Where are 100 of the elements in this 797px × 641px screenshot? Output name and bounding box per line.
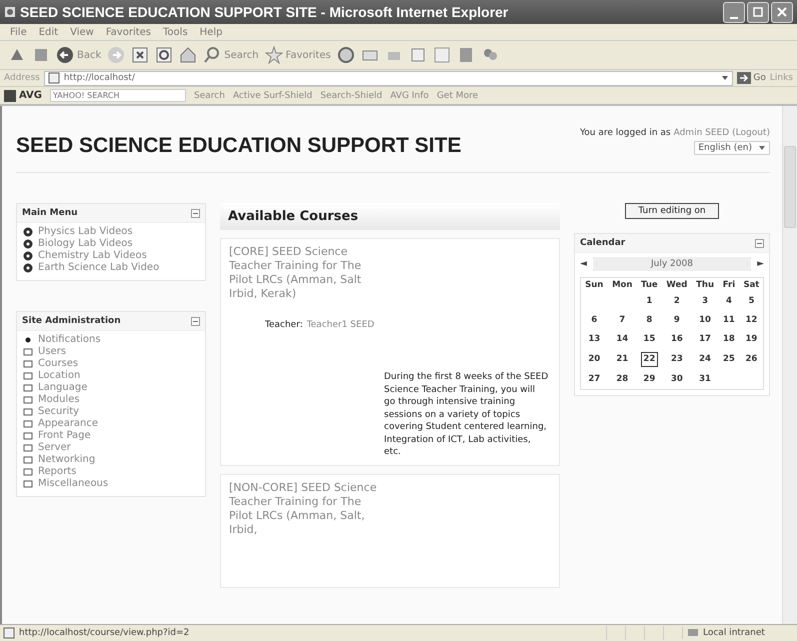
- calendar-day[interactable]: 18: [721, 333, 736, 346]
- search-icon: [203, 46, 222, 64]
- language-select[interactable]: English (en): [694, 141, 770, 155]
- admin-link[interactable]: Security: [38, 406, 80, 418]
- menu-item[interactable]: Favorites: [106, 26, 152, 38]
- avg-button[interactable]: AVG: [4, 90, 42, 102]
- admin-link[interactable]: Courses: [38, 358, 78, 370]
- scroll-thumb[interactable]: [784, 146, 796, 228]
- forward-button[interactable]: [107, 46, 126, 64]
- toolbar-link[interactable]: Search: [194, 90, 225, 100]
- home-button[interactable]: [179, 46, 198, 64]
- refresh-button[interactable]: [155, 46, 174, 64]
- maximize-icon: [753, 7, 763, 17]
- admin-link[interactable]: Networking: [38, 454, 96, 466]
- calendar-day[interactable]: 5: [744, 295, 759, 308]
- search-field[interactable]: YAHOO! SEARCH: [50, 89, 186, 102]
- calendar-day[interactable]: 6: [586, 314, 602, 327]
- toolbar-link[interactable]: Search-Shield: [320, 90, 382, 100]
- stop-button[interactable]: [131, 46, 150, 64]
- close-button[interactable]: [771, 2, 793, 22]
- calendar-day[interactable]: 2: [669, 295, 684, 308]
- menu-link[interactable]: Physics Lab Videos: [38, 226, 133, 238]
- calendar-day[interactable]: 23: [669, 353, 684, 366]
- calendar-day[interactable]: 9: [669, 314, 684, 327]
- ie-icon: [4, 6, 16, 18]
- toolbar-link[interactable]: Get More: [436, 90, 478, 100]
- collapse-icon: [755, 238, 764, 248]
- calendar-day[interactable]: 22: [640, 352, 658, 367]
- admin-link[interactable]: Language: [38, 382, 88, 394]
- calendar-day[interactable]: 25: [721, 353, 736, 366]
- block-title: Site Administration: [22, 316, 121, 326]
- toolbar-link[interactable]: AVG Info: [390, 90, 429, 100]
- menu-item[interactable]: View: [70, 26, 94, 38]
- calendar-day[interactable]: 13: [586, 333, 602, 346]
- admin-link[interactable]: Modules: [38, 394, 80, 406]
- calendar-day[interactable]: 24: [698, 353, 713, 366]
- teacher-link[interactable]: Teacher1 SEED: [306, 319, 374, 331]
- calendar-day[interactable]: 20: [586, 353, 602, 366]
- calendar-day[interactable]: 11: [721, 314, 736, 327]
- edit-button[interactable]: Turn editing on: [625, 203, 719, 219]
- site-title: SEED SCIENCE EDUCATION SUPPORT SITE: [16, 133, 462, 158]
- calendar-day[interactable]: 31: [698, 373, 713, 386]
- scrollbar[interactable]: [782, 106, 797, 624]
- calendar-day[interactable]: 14: [614, 333, 630, 346]
- previous-month-button[interactable]: ◄: [580, 259, 587, 269]
- calendar-day[interactable]: 3: [698, 295, 713, 308]
- calendar-day[interactable]: 26: [744, 353, 759, 366]
- menu-link[interactable]: Biology Lab Videos: [38, 238, 133, 250]
- avg-logo-icon: [4, 90, 16, 102]
- go-arrow-icon: [737, 72, 752, 84]
- course-link[interactable]: [NON-CORE] SEED Science Teacher Training for The Pilot LRCs (Amman, Salt, Irbid,: [229, 480, 379, 536]
- calendar-day[interactable]: 21: [614, 353, 630, 366]
- calendar-day[interactable]: 19: [744, 333, 759, 346]
- search-button[interactable]: Search: [203, 46, 259, 64]
- weekday-label: Sun: [584, 279, 604, 292]
- calendar-day[interactable]: 4: [721, 295, 736, 308]
- history-button[interactable]: [336, 46, 355, 64]
- menu-item[interactable]: File: [10, 26, 27, 38]
- zone-text: Local intranet: [703, 628, 765, 638]
- minimize-button[interactable]: [723, 2, 745, 22]
- calendar-day[interactable]: 27: [586, 373, 602, 386]
- admin-link[interactable]: Users: [38, 346, 66, 358]
- menu-link[interactable]: Earth Science Lab Video: [38, 262, 160, 274]
- back-button[interactable]: Back: [56, 46, 102, 64]
- toolbar-link[interactable]: Active Surf-Shield: [232, 90, 312, 100]
- admin-link[interactable]: Appearance: [38, 418, 98, 430]
- collapse-icon: [191, 208, 200, 218]
- admin-link[interactable]: Reports: [38, 466, 76, 478]
- calendar-day[interactable]: 10: [698, 314, 713, 327]
- intranet-icon: [687, 627, 699, 639]
- address-field[interactable]: http://localhost/: [44, 70, 734, 86]
- menu-link[interactable]: Chemistry Lab Videos: [38, 250, 147, 262]
- favorites-button[interactable]: Favorites: [264, 46, 331, 64]
- dropdown-icon: [721, 74, 730, 82]
- calendar-day[interactable]: 1: [642, 295, 657, 308]
- go-button[interactable]: Go: [737, 72, 766, 84]
- admin-link[interactable]: Location: [38, 370, 80, 382]
- admin-link[interactable]: Front Page: [38, 430, 91, 442]
- calendar-day[interactable]: 28: [614, 373, 630, 386]
- calendar-day[interactable]: 15: [642, 333, 657, 346]
- calendar-day[interactable]: 7: [614, 314, 630, 327]
- admin-link[interactable]: Miscellaneous: [38, 478, 108, 490]
- menu-item[interactable]: Edit: [38, 26, 58, 38]
- admin-link[interactable]: Notifications: [38, 334, 101, 346]
- next-month-button[interactable]: ►: [757, 259, 764, 269]
- menu-item[interactable]: Help: [200, 26, 222, 38]
- calendar-day[interactable]: 29: [642, 373, 657, 386]
- calendar-day[interactable]: 8: [642, 314, 657, 327]
- weekday-label: Tue: [640, 279, 659, 292]
- admin-link[interactable]: Server: [38, 442, 71, 454]
- logout-link[interactable]: (Logout): [732, 128, 770, 138]
- course-link[interactable]: [CORE] SEED Science Teacher Training for The Pilot LRCs (Amman, Salt Irbid, Kerak): [229, 245, 379, 301]
- menu-item[interactable]: Tools: [163, 26, 188, 38]
- calendar-day[interactable]: 12: [744, 314, 759, 327]
- user-link[interactable]: Admin SEED: [674, 128, 730, 138]
- refresh-icon: [155, 46, 174, 64]
- calendar-day[interactable]: 16: [669, 333, 684, 346]
- calendar-day[interactable]: 30: [669, 373, 684, 386]
- calendar-day[interactable]: 17: [698, 333, 713, 346]
- maximize-button[interactable]: [747, 2, 769, 22]
